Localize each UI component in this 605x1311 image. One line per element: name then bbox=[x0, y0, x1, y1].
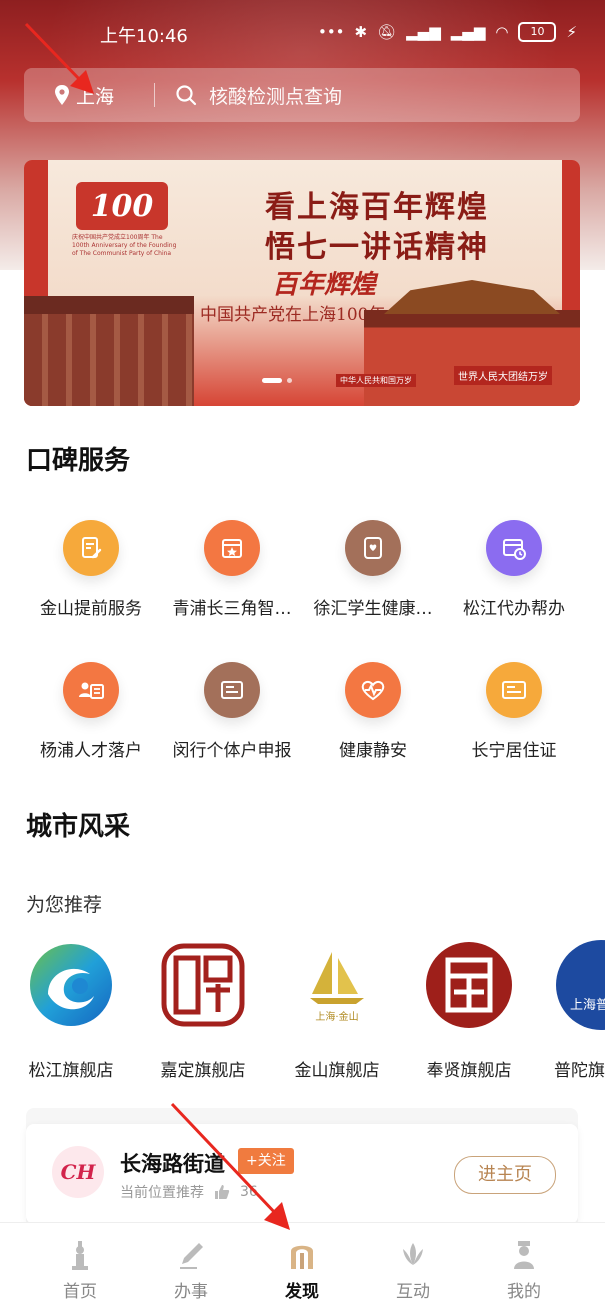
service-label: 金山提前服务 bbox=[40, 599, 142, 619]
recommend-label: 为您推荐 bbox=[26, 894, 103, 916]
banner-caption-right: 世界人民大团结万岁 bbox=[454, 366, 552, 385]
jinshan-logo-text: 上海·金山 bbox=[315, 1011, 359, 1023]
wifi-icon: ◠ bbox=[495, 23, 509, 41]
service-label: 青浦长三角智… bbox=[172, 599, 292, 619]
heartbeat-icon bbox=[345, 662, 401, 718]
service-label: 徐汇学生健康… bbox=[313, 599, 433, 619]
search-icon bbox=[176, 85, 197, 106]
arch-gate-icon bbox=[291, 1245, 313, 1269]
status-time: 上午10:46 bbox=[100, 26, 188, 47]
enter-homepage-button[interactable]: 进主页 bbox=[454, 1156, 556, 1194]
service-item[interactable]: 徐汇学生健康… bbox=[298, 520, 448, 619]
banner-headline-1: 看上海百年辉煌 bbox=[265, 190, 489, 225]
anniversary-logo-caption: 庆祝中国共产党成立100周年 The 100th Anniversary of … bbox=[72, 234, 177, 257]
residence-card-icon bbox=[486, 662, 542, 718]
pagoda-tower-icon bbox=[72, 1241, 88, 1270]
bluetooth-icon: ✱ bbox=[354, 23, 368, 41]
putuo-logo-icon: 上海普 bbox=[556, 940, 605, 1030]
anniversary-logo: 100 bbox=[76, 182, 168, 230]
banner-subtitle: 中国共产党在上海100年 bbox=[200, 305, 386, 325]
calendar-clock-icon bbox=[486, 520, 542, 576]
store-label: 普陀旗舰店 bbox=[554, 1061, 605, 1080]
carousel-indicator bbox=[262, 378, 292, 383]
store-item[interactable]: 上海·金山 金山旗舰店 bbox=[272, 940, 402, 1080]
service-item[interactable]: 杨浦人才落户 bbox=[16, 662, 166, 761]
putuo-logo-text: 上海普 bbox=[570, 998, 605, 1013]
store-label: 金山旗舰店 bbox=[294, 1061, 380, 1080]
service-label: 长宁居住证 bbox=[471, 741, 557, 761]
service-item[interactable]: 健康静安 bbox=[298, 662, 448, 761]
health-record-icon bbox=[345, 520, 401, 576]
bottom-tab-bar: 首页 办事 发现 互动 我的 bbox=[0, 1222, 605, 1311]
form-edit-icon bbox=[204, 662, 260, 718]
service-label: 健康静安 bbox=[339, 741, 407, 761]
service-label: 闵行个体户申报 bbox=[172, 741, 292, 761]
annotation-arrow-discover bbox=[170, 1102, 290, 1230]
signal-icon-2: ▂▄▆ bbox=[450, 23, 486, 41]
tab-interact[interactable]: 互动 bbox=[358, 1223, 468, 1302]
tab-label: 我的 bbox=[507, 1282, 541, 1302]
store-item[interactable]: 嘉定旗舰店 bbox=[138, 940, 268, 1080]
tab-label: 发现 bbox=[285, 1282, 319, 1302]
tab-label: 互动 bbox=[396, 1282, 430, 1302]
search-divider bbox=[154, 83, 155, 107]
tiananmen-image bbox=[364, 310, 580, 406]
service-label: 松江代办帮办 bbox=[463, 599, 565, 619]
magnolia-flower-icon bbox=[403, 1243, 423, 1265]
service-item[interactable]: 长宁居住证 bbox=[439, 662, 589, 761]
service-label: 杨浦人才落户 bbox=[40, 741, 142, 761]
service-item[interactable]: 松江代办帮办 bbox=[439, 520, 589, 619]
battery-icon: 10 bbox=[518, 22, 557, 42]
tab-mine[interactable]: 我的 bbox=[469, 1223, 579, 1302]
search-input[interactable]: 核酸检测点查询 bbox=[209, 82, 342, 109]
avatar: CH bbox=[52, 1146, 104, 1198]
mute-icon: 🔕︎ bbox=[377, 23, 397, 41]
fengxian-seal-icon bbox=[424, 940, 514, 1030]
store-item[interactable]: 奉贤旗舰店 bbox=[404, 940, 534, 1080]
service-item[interactable]: 青浦长三角智… bbox=[157, 520, 307, 619]
section-title-city: 城市风采 bbox=[26, 812, 131, 842]
carousel-dot bbox=[287, 378, 292, 383]
service-item[interactable]: 闵行个体户申报 bbox=[157, 662, 307, 761]
jiading-seal-icon bbox=[158, 940, 248, 1030]
service-item[interactable]: 金山提前服务 bbox=[16, 520, 166, 619]
id-card-person-icon bbox=[63, 662, 119, 718]
jinshan-sail-logo-icon: 上海·金山 bbox=[292, 940, 382, 1030]
banner-caption-left: 中华人民共和国万岁 bbox=[336, 374, 416, 387]
signal-icon: ▂▄▆ bbox=[406, 23, 441, 41]
store-item[interactable]: 松江旗舰店 bbox=[6, 940, 136, 1080]
banner-calligraphy: 百年辉煌 bbox=[272, 270, 377, 300]
promo-banner[interactable]: 100 庆祝中国共产党成立100周年 The 100th Anniversary… bbox=[24, 160, 580, 406]
store-label: 松江旗舰店 bbox=[28, 1061, 114, 1080]
charging-icon: ⚡︎ bbox=[566, 23, 577, 41]
calendar-star-icon bbox=[204, 520, 260, 576]
store-carousel[interactable]: 松江旗舰店 嘉定旗舰店 上海·金山 金山旗舰店 奉贤旗舰店 上海普 普陀旗舰店 bbox=[0, 940, 605, 1080]
document-edit-icon bbox=[63, 520, 119, 576]
section-title-services: 口碑服务 bbox=[26, 446, 131, 476]
pen-icon bbox=[180, 1243, 203, 1269]
tab-label: 首页 bbox=[63, 1282, 97, 1302]
annotation-arrow-location bbox=[24, 22, 94, 94]
more-dots-icon: ••• bbox=[317, 23, 345, 41]
historic-building-image bbox=[24, 296, 194, 406]
recommend-card[interactable]: CH 长海路街道 +关注 当前位置推荐 36 进主页 bbox=[26, 1124, 578, 1224]
store-label: 嘉定旗舰店 bbox=[160, 1061, 246, 1080]
carousel-dot-active bbox=[262, 378, 282, 383]
songjiang-logo-icon bbox=[26, 940, 116, 1030]
person-icon bbox=[514, 1241, 534, 1269]
store-label: 奉贤旗舰店 bbox=[426, 1061, 512, 1080]
banner-headline-2: 悟七一讲话精神 bbox=[265, 230, 489, 265]
tab-home[interactable]: 首页 bbox=[25, 1223, 135, 1302]
status-icons: ••• ✱ 🔕︎ ▂▄▆ ▂▄▆ ◠ 10 ⚡︎ bbox=[318, 22, 577, 42]
search-bar: 上海 核酸检测点查询 bbox=[24, 68, 580, 122]
tab-label: 办事 bbox=[174, 1282, 208, 1302]
store-item[interactable]: 上海普 普陀旗舰店 bbox=[536, 940, 605, 1080]
